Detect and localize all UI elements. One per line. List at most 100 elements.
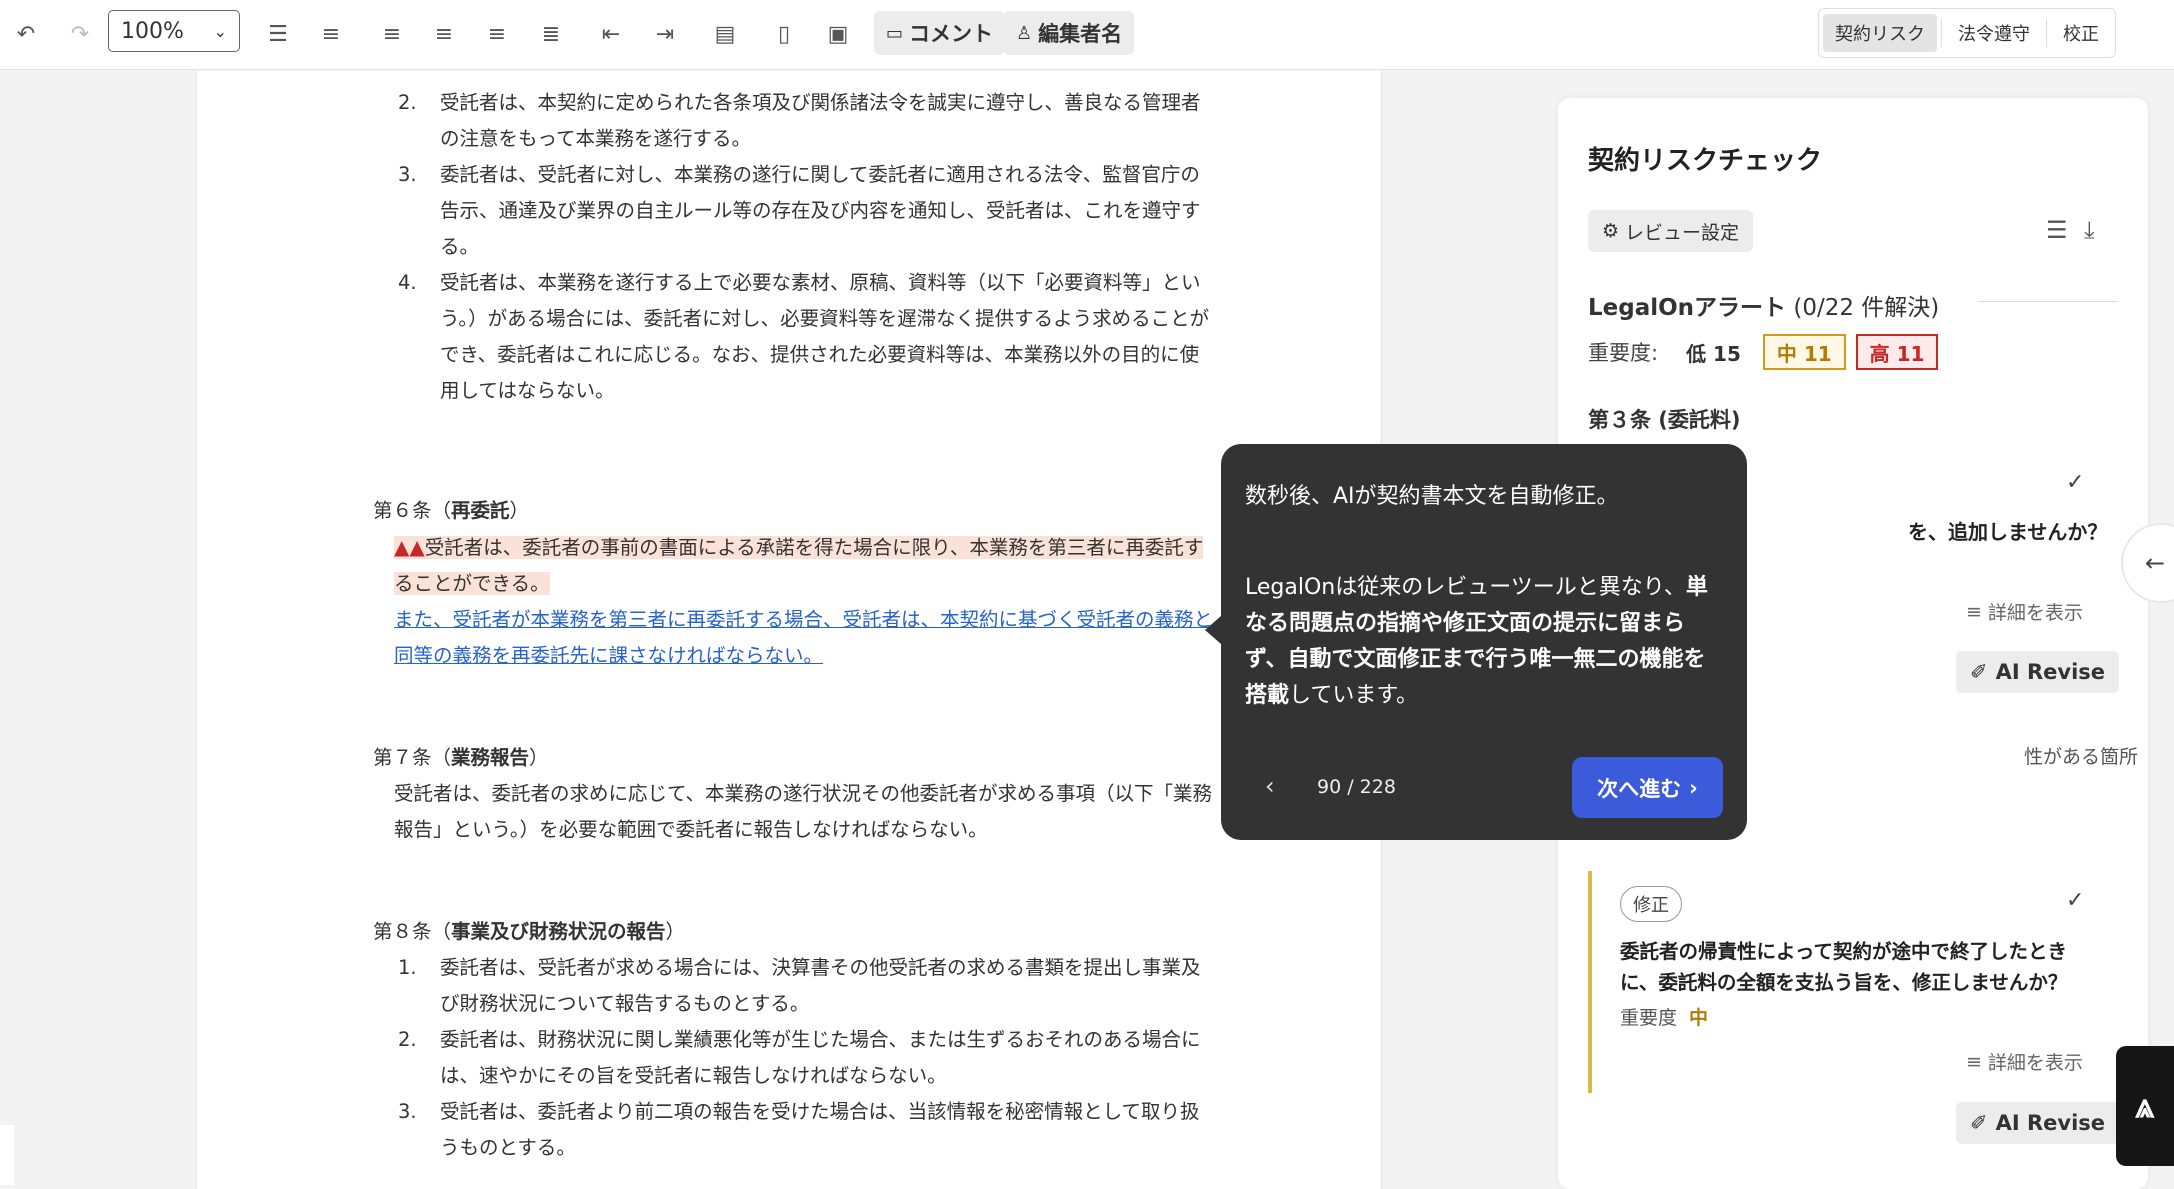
warning-icon: ▲▲ — [394, 535, 425, 559]
risk-highlight[interactable]: ▲▲受託者は、委託者の事前の書面による承諾を得た場合に限り、本業務を第三者に再委… — [394, 535, 1204, 595]
clause-item: 3. 委託者は、受託者に対し、本業務の遂行に関して委託者に適用される法令、監督官… — [398, 157, 1213, 265]
check-icon[interactable]: ✓ — [2066, 888, 2084, 913]
fix-tag: 修正 — [1620, 886, 1682, 922]
ai-revise-button[interactable]: ✐ AI Revise — [1956, 1102, 2120, 1144]
ai-revised-insertion[interactable]: また、受託者が本業務を第三者に再委託する場合、受託者は、本契約に基づく受託者の義… — [394, 608, 1213, 667]
clause-text: 委託者は、受託者に対し、本業務の遂行に関して委託者に適用される法令、監督官庁の告… — [440, 163, 1201, 258]
clause-number: 1. — [398, 956, 417, 979]
details-icon: ≡ — [1966, 600, 1982, 623]
clause-item: 1. 委託者は、受託者が求める場合には、決算書その他受託者の求める書類を提出し事… — [398, 950, 1213, 1022]
redo-icon[interactable]: ↷ — [60, 14, 100, 54]
text-wrap-icon[interactable]: ▤ — [705, 14, 745, 54]
review-settings-button[interactable]: ⚙ レビュー設定 — [1588, 210, 1754, 252]
clause-text: 受託者は、委託者より前二項の報告を受けた場合は、当該情報を秘密情報として取り扱う… — [440, 1100, 1200, 1159]
show-details-label: 詳細を表示 — [1987, 1052, 2083, 1074]
gear-icon: ⚙ — [1602, 220, 1620, 242]
editor-name-button[interactable]: ♙ 編集者名 — [1004, 11, 1135, 55]
article-prefix: 第７条（ — [373, 746, 452, 769]
justify-icon[interactable]: ≣ — [531, 14, 571, 54]
section-heading: 第３条 (委託料) — [1588, 408, 1741, 432]
brand-logo-icon: ⩓ — [2135, 1086, 2155, 1126]
align-left-icon[interactable]: ≡ — [372, 14, 412, 54]
article-prefix: 第６条（ — [373, 499, 452, 522]
editor-label: 編集者名 — [1038, 22, 1123, 46]
magic-wand-icon: ✐ — [1970, 660, 1988, 684]
alert-heading: LegalOnアラート (0/22 件解決) — [1588, 288, 1939, 322]
article-6-body: ▲▲受託者は、委託者の事前の書面による承諾を得た場合に限り、本業務を第三者に再委… — [394, 529, 1213, 674]
tab-legal-compliance[interactable]: 法令遵守 — [1946, 14, 2042, 52]
zoom-value: 100% — [121, 18, 184, 44]
article-suffix: ） — [665, 920, 686, 943]
left-edge-tab — [0, 1125, 14, 1185]
severity-mid-badge[interactable]: 中 11 — [1762, 334, 1846, 370]
clause-number: 3. — [398, 163, 417, 186]
alert-note: 性がある箇所 — [2024, 746, 2139, 768]
ai-revise-button[interactable]: ✐ AI Revise — [1956, 651, 2120, 693]
show-details-link[interactable]: ≡ 詳細を表示 — [1966, 1048, 2083, 1075]
clause-number: 3. — [398, 1100, 417, 1123]
article-7-text: 受託者は、委託者の求めに応じて、本業務の遂行状況その他委託者が求める事項（以下「… — [394, 782, 1213, 841]
alert-severity: 重要度中 — [1620, 1003, 1708, 1030]
check-icon[interactable]: ✓ — [2066, 470, 2084, 495]
review-settings-label: レビュー設定 — [1625, 221, 1740, 244]
severity-summary: 重要度: 低 15 中 11 高 11 — [1588, 334, 1939, 370]
outdent-icon[interactable]: ⇤ — [591, 14, 631, 54]
tab-proofreading[interactable]: 校正 — [2051, 14, 2111, 52]
bullet-list-icon[interactable]: ☰ — [258, 14, 298, 54]
alert-question: 委託者の帰責性によって契約が途中で終了したときに、委託料の全額を支払う旨を、修正… — [1620, 940, 2068, 994]
numbered-list-icon[interactable]: ≡ — [311, 14, 351, 54]
comment-button[interactable]: ▭ コメント — [874, 11, 1006, 55]
comment-label: コメント — [909, 22, 994, 46]
severity-low-badge[interactable]: 低 15 — [1668, 334, 1753, 370]
tab-contract-risk[interactable]: 契約リスク — [1823, 14, 1937, 52]
page-layout-icon[interactable]: ▯ — [764, 14, 804, 54]
show-details-label: 詳細を表示 — [1987, 602, 2083, 624]
track-changes-icon[interactable]: ▣ — [818, 14, 858, 54]
severity-high-badge[interactable]: 高 11 — [1855, 334, 1939, 370]
article-8-heading: 第８条（事業及び財務状況の報告） — [373, 914, 1213, 950]
divider — [2046, 19, 2047, 47]
alert-count: (0/22 件解決) — [1793, 295, 1940, 321]
chevron-right-icon: › — [1689, 775, 1698, 800]
severity-label: 重要度 — [1620, 1007, 1678, 1029]
chevron-down-icon: ⌄ — [213, 21, 227, 41]
clause-number: 4. — [398, 271, 417, 294]
alert-question: を、追加しませんか？ — [1908, 520, 2108, 544]
toolbar: ↶ ↷ 100% ⌄ ☰ ≡ ≡ ≡ ≡ ≣ ⇤ ⇥ ▤ ▯ ▣ ▭ コメント … — [0, 0, 2174, 70]
clause-number: 2. — [398, 91, 417, 114]
clause-item: 3. 受託者は、委託者より前二項の報告を受けた場合は、当該情報を秘密情報として取… — [398, 1094, 1213, 1166]
assistant-launcher-button[interactable]: ⩓ — [2116, 1046, 2174, 1166]
show-details-link[interactable]: ≡ 詳細を表示 — [1966, 598, 2083, 625]
indent-icon[interactable]: ⇥ — [645, 14, 685, 54]
details-icon: ≡ — [1966, 1050, 1982, 1073]
review-mode-tabs: 契約リスク 法令遵守 校正 — [1818, 8, 2116, 58]
divider — [1978, 301, 2118, 302]
article-6-text: 受託者は、委託者の事前の書面による承諾を得た場合に限り、本業務を第三者に再委託す… — [394, 536, 1204, 595]
severity-value: 中 — [1689, 1007, 1709, 1029]
align-center-icon[interactable]: ≡ — [424, 14, 464, 54]
download-icon[interactable]: ⤓ — [2084, 216, 2095, 244]
divider — [1941, 19, 1942, 47]
tooltip-text: しています。 — [1289, 683, 1419, 708]
magic-wand-icon: ✐ — [1970, 1111, 1988, 1135]
next-step-button[interactable]: 次へ進む › — [1572, 757, 1723, 818]
previous-step-icon[interactable]: ‹ — [1265, 772, 1275, 800]
step-counter: 90 / 228 — [1317, 776, 1396, 798]
clause-text: 受託者は、本契約に定められた各条項及び関係諸法令を誠実に遵守し、善良なる管理者の… — [440, 91, 1201, 150]
user-icon: ♙ — [1016, 22, 1033, 44]
alert-title: LegalOnアラート — [1588, 295, 1787, 321]
align-right-icon[interactable]: ≡ — [477, 14, 517, 54]
panel-title: 契約リスクチェック — [1588, 146, 1823, 176]
comment-icon: ▭ — [886, 22, 904, 44]
document-body[interactable]: 2. 受託者は、本契約に定められた各条項及び関係諸法令を誠実に遵守し、善良なる管… — [373, 85, 1213, 1166]
article-7-heading: 第７条（業務報告） — [373, 740, 1213, 776]
article-title: 業務報告 — [451, 746, 530, 769]
article-title: 事業及び財務状況の報告 — [451, 920, 666, 943]
filter-icon[interactable]: ☰ — [2046, 216, 2068, 244]
undo-icon[interactable]: ↶ — [6, 14, 46, 54]
tooltip-text: LegalOnは従来のレビューツールと異なり、 — [1245, 575, 1686, 600]
article-suffix: ） — [509, 499, 530, 522]
tour-tooltip: 数秒後、AIが契約書本文を自動修正。 LegalOnは従来のレビューツールと異な… — [1205, 444, 1747, 840]
document-area: 2. 受託者は、本契約に定められた各条項及び関係諸法令を誠実に遵守し、善良なる管… — [0, 71, 1382, 1189]
zoom-select[interactable]: 100% ⌄ — [108, 10, 240, 52]
